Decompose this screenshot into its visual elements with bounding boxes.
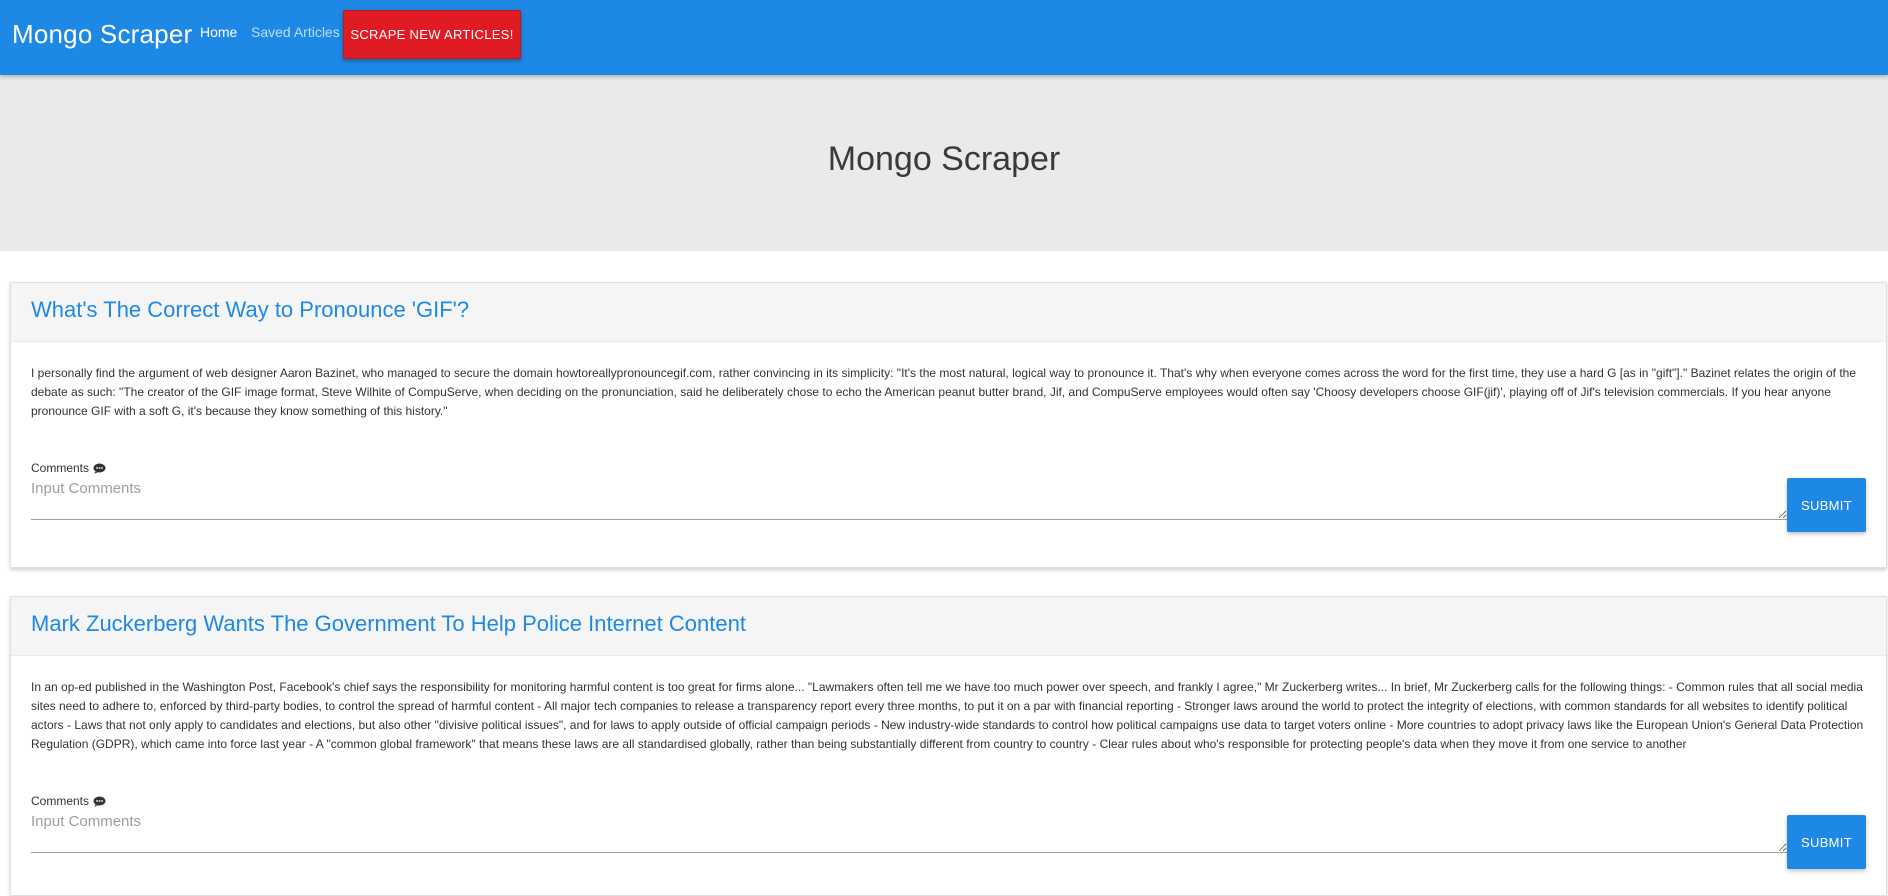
comment-dots-icon xyxy=(93,463,106,474)
page-title: Mongo Scraper xyxy=(827,140,1061,178)
submit-comment-button[interactable]: SUBMIT xyxy=(1787,815,1866,869)
comment-dots-icon xyxy=(93,796,106,807)
brand-logo[interactable]: Mongo Scraper xyxy=(12,19,192,50)
comment-input[interactable] xyxy=(31,478,1787,520)
article-summary: In an op-ed published in the Washington … xyxy=(31,680,1864,751)
article-header: Mark Zuckerberg Wants The Government To … xyxy=(11,597,1886,656)
article-header: What's The Correct Way to Pronounce 'GIF… xyxy=(11,283,1886,342)
jumbotron: Mongo Scraper xyxy=(0,75,1888,251)
submit-comment-button[interactable]: SUBMIT xyxy=(1787,478,1866,532)
article-card: What's The Correct Way to Pronounce 'GIF… xyxy=(10,282,1887,568)
article-card: Mark Zuckerberg Wants The Government To … xyxy=(10,596,1887,896)
top-navbar: Mongo Scraper Home Saved Articles SCRAPE… xyxy=(0,0,1888,75)
comments-label-text: Comments xyxy=(31,794,90,808)
nav-link-saved-articles[interactable]: Saved Articles xyxy=(251,24,340,40)
comments-label: Comments xyxy=(31,461,1866,475)
comments-label-text: Comments xyxy=(31,461,90,475)
article-title[interactable]: Mark Zuckerberg Wants The Government To … xyxy=(31,608,1866,640)
article-body: I personally find the argument of web de… xyxy=(11,342,1886,532)
article-summary: I personally find the argument of web de… xyxy=(31,366,1857,418)
comments-label: Comments xyxy=(31,794,1866,808)
article-title[interactable]: What's The Correct Way to Pronounce 'GIF… xyxy=(31,294,1866,326)
comment-input[interactable] xyxy=(31,811,1787,853)
article-body: In an op-ed published in the Washington … xyxy=(11,656,1886,869)
nav-link-home[interactable]: Home xyxy=(200,24,237,40)
scrape-new-articles-button[interactable]: SCRAPE NEW ARTICLES! xyxy=(343,10,521,59)
